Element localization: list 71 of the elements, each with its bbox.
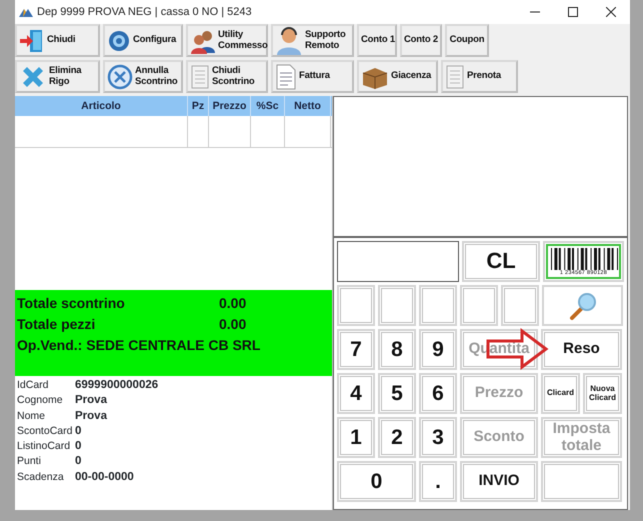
field-value: 6999900000026 <box>75 378 158 393</box>
field-value: Prova <box>75 393 107 408</box>
toolbar-button[interactable]: Fattura <box>271 60 354 93</box>
total-label: Totale scontrino <box>17 294 126 313</box>
toolbar-button[interactable]: Utility Commesso <box>186 24 268 57</box>
field-label: IdCard <box>17 378 50 393</box>
toolbar-button[interactable]: Coupon <box>445 24 489 57</box>
field-label: ScontoCard <box>17 424 74 439</box>
keypad-key[interactable] <box>460 285 498 326</box>
toolbar-button[interactable]: Giacenza <box>357 60 438 93</box>
column-header[interactable]: Prezzo <box>209 96 251 116</box>
app-logo-icon <box>19 8 33 16</box>
keypad-key[interactable]: 8 <box>378 329 416 370</box>
keypad-key[interactable]: 5 <box>378 373 416 414</box>
keypad-key[interactable]: 0 <box>337 461 416 502</box>
column-header[interactable]: Pz <box>188 96 209 116</box>
keypad-key[interactable]: Nuova Clicard <box>583 373 622 414</box>
gear-icon <box>107 28 131 52</box>
keypad-key[interactable] <box>419 285 457 326</box>
display-field[interactable] <box>337 241 459 282</box>
close-icon <box>606 7 616 17</box>
total-value: 0.00 <box>219 315 246 334</box>
keypad-key[interactable]: 7 <box>337 329 375 370</box>
column-header[interactable]: Netto <box>285 96 331 116</box>
column-header[interactable]: Articolo <box>15 96 188 116</box>
toolbar-button[interactable]: Chiudi Scontrino <box>186 60 268 93</box>
keypad-key[interactable]: 6 <box>419 373 457 414</box>
field-label: ListinoCard <box>17 439 72 454</box>
cancel-circle-icon <box>107 64 133 90</box>
keypad-key[interactable]: 3 <box>419 417 457 458</box>
keypad-key[interactable]: . <box>419 461 457 502</box>
field-value: 0 <box>75 439 82 454</box>
keypad-key[interactable]: 1 <box>337 417 375 458</box>
document-icon <box>275 64 297 90</box>
keypad-key[interactable]: INVIO <box>460 461 538 502</box>
barcode-icon <box>548 248 618 270</box>
field-value: 00-00-0000 <box>75 470 134 485</box>
maximize-icon <box>568 7 578 17</box>
toolbar-button[interactable]: Elimina Rigo <box>15 60 100 93</box>
field-value: 0 <box>75 454 82 470</box>
toolbar-button[interactable]: Supporto Remoto <box>271 24 354 57</box>
keypad-key[interactable] <box>501 285 539 326</box>
total-label: Op.Vend.: SEDE CENTRALE CB SRL <box>17 336 260 355</box>
toolbar-button[interactable]: Conto 2 <box>400 24 442 57</box>
field-value: 0 <box>75 424 82 439</box>
field-label: Punti <box>17 454 42 470</box>
field-label: Cognome <box>17 393 64 408</box>
keypad-key[interactable]: Reso <box>541 329 622 370</box>
toolbar-button[interactable]: Conto 1 <box>357 24 397 57</box>
door-icon <box>19 28 45 54</box>
column-header[interactable]: %Sc <box>251 96 285 116</box>
field-value: Prova <box>75 408 107 424</box>
keypad-key[interactable]: CL <box>462 241 540 282</box>
keypad-key[interactable]: Clicard <box>541 373 580 414</box>
field-label: Nome <box>17 408 46 424</box>
field-label: Scadenza <box>17 470 65 485</box>
window-title: Dep 9999 PROVA NEG | cassa 0 NO | 5243 <box>37 4 252 20</box>
total-label: Totale pezzi <box>17 315 96 334</box>
toolbar-button[interactable]: Configura <box>103 24 183 57</box>
keypad-key[interactable] <box>541 461 622 502</box>
keypad-key[interactable]: 2 <box>378 417 416 458</box>
keypad-key[interactable]: 9 <box>419 329 457 370</box>
toolbar-button[interactable]: Prenota <box>441 60 518 93</box>
toolbar-button[interactable]: Chiudi <box>15 24 100 57</box>
support-person-icon <box>275 26 303 54</box>
toolbar-button[interactable]: Annulla Scontrino <box>103 60 183 93</box>
keypad-key[interactable] <box>337 285 375 326</box>
keypad-key[interactable]: 4 <box>337 373 375 414</box>
total-value: 0.00 <box>219 294 246 313</box>
search-icon <box>568 290 598 320</box>
search-button[interactable] <box>542 285 623 326</box>
